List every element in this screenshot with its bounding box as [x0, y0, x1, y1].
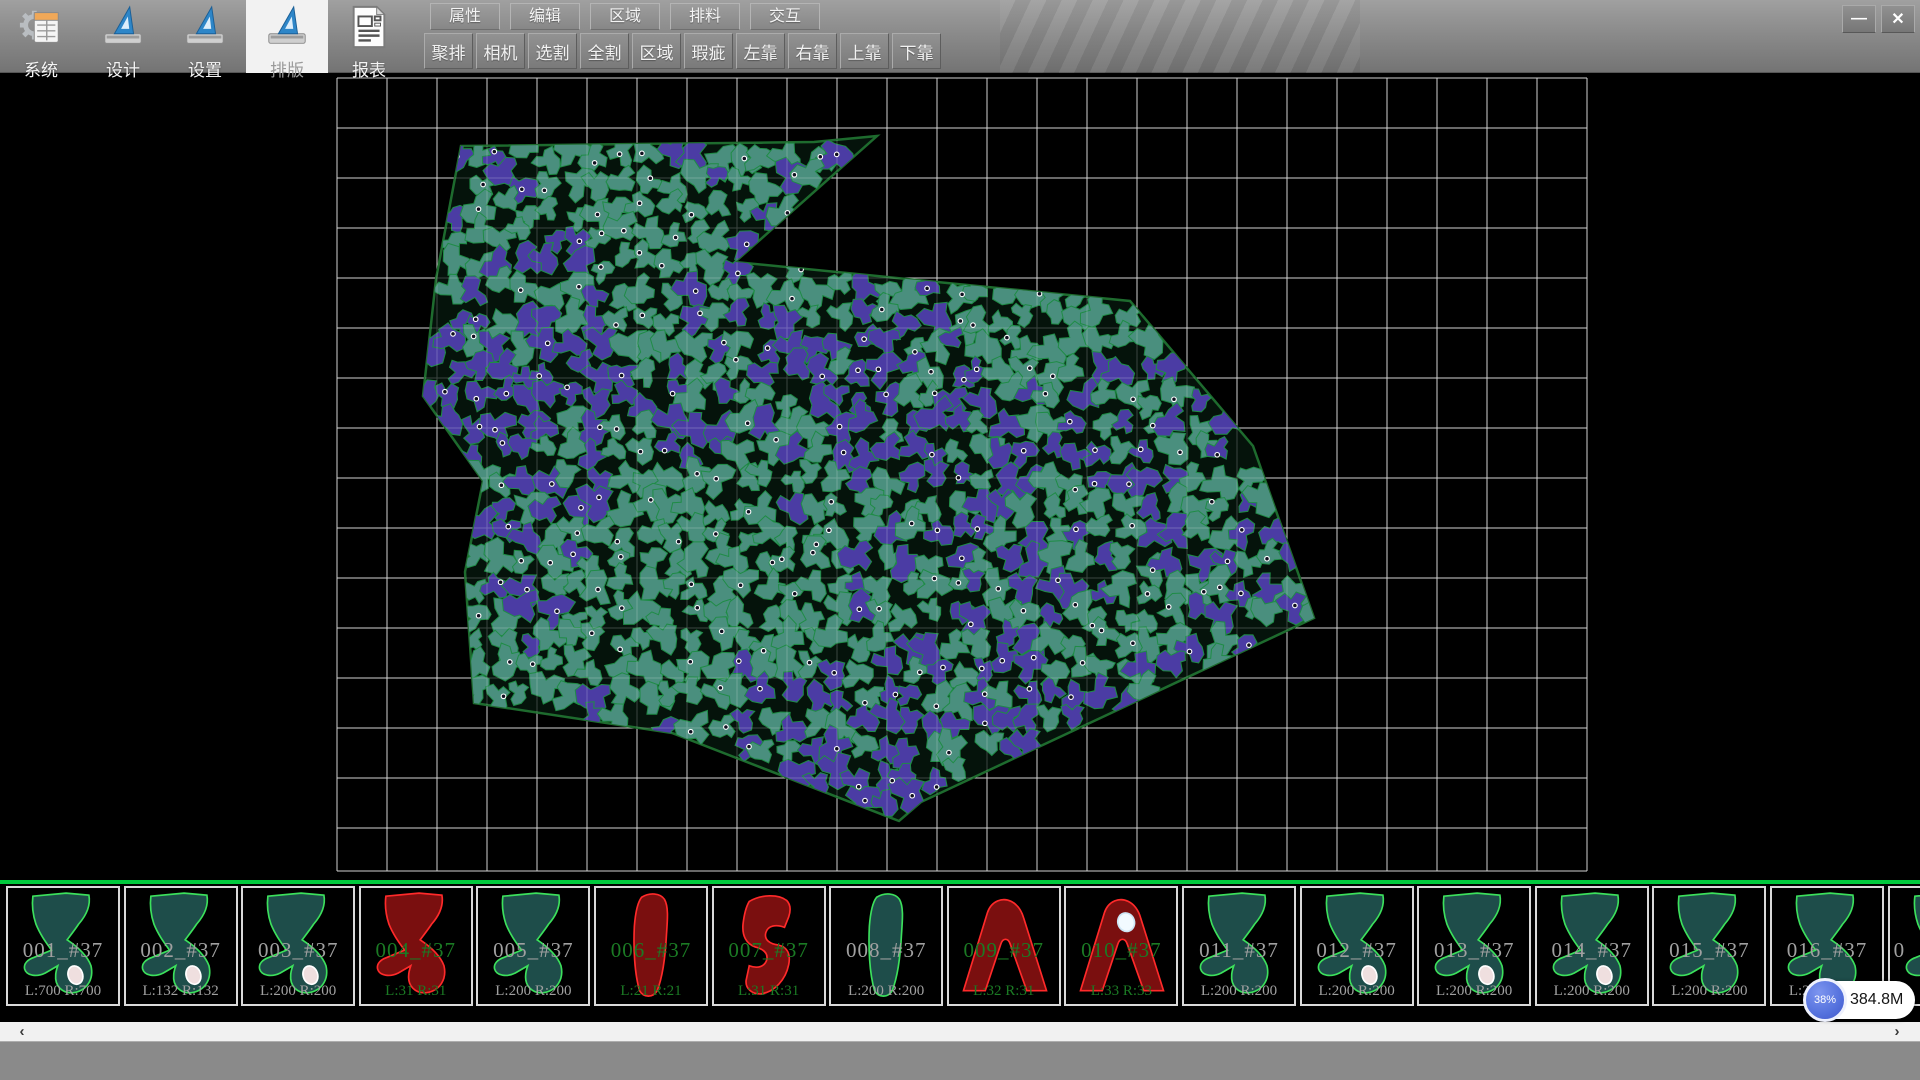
piece-thumbnail[interactable]: 001_#37 L:700 R:700 [6, 886, 120, 1006]
piece-lr-label: L:32 R:31 [949, 983, 1059, 1000]
toolbar-settings[interactable]: 设置 [164, 0, 246, 73]
toolbar-system[interactable]: 系统 [0, 0, 82, 73]
piece-lr-label: L:21 R:21 [596, 983, 706, 1000]
memory-value: 384.8M [1850, 991, 1903, 1009]
cpu-percent-indicator: 38% [1803, 978, 1847, 1022]
toolbar-design[interactable]: 设计 [82, 0, 164, 73]
ruler-icon [182, 4, 228, 55]
menu-region[interactable]: 区域 [590, 3, 660, 30]
piece-id-label: 015_#37 [1654, 938, 1764, 963]
tool-region[interactable]: 区域 [632, 33, 681, 69]
piece-thumbnail[interactable]: 011_#37 L:200 R:200 [1182, 886, 1296, 1006]
piece-thumbnail[interactable]: 008_#37 L:200 R:200 [829, 886, 943, 1006]
piece-lr-label: L:200 R:200 [831, 983, 941, 1000]
piece-thumbnail[interactable]: 014_#37 L:200 R:200 [1535, 886, 1649, 1006]
toolbar-layout[interactable]: 排版 [246, 0, 328, 73]
piece-lr-label: L:33 R:33 [1066, 983, 1176, 1000]
piece-lr-label: L:700 R:700 [8, 983, 118, 1000]
piece-thumbnail-strip: 001_#37L:700 R:700 002_#37L:132 R:132 00… [0, 880, 1920, 1010]
piece-id-label: 016_#37 [1772, 938, 1882, 963]
tool-align-bottom[interactable]: 下靠 [892, 33, 941, 69]
piece-id-label: 012_#37 [1302, 938, 1412, 963]
piece-lr-label: L:200 R:200 [1184, 983, 1294, 1000]
titlebar-decoration [1000, 0, 1360, 73]
piece-id-label: 0 [1890, 938, 1920, 963]
piece-lr-label: L:200 R:200 [243, 983, 353, 1000]
title-bar: 系统设计设置排版报表 属性编辑区域排料交互 聚排相机选割全割区域瑕疵左靠右靠上靠… [0, 0, 1920, 73]
window-controls: — ✕ [1842, 5, 1915, 33]
toolbar-label: 排版 [270, 56, 304, 81]
tool-cluster-nest[interactable]: 聚排 [424, 33, 473, 69]
piece-thumbnail[interactable]: 006_#37 L:21 R:21 [594, 886, 708, 1006]
menu-bar: 属性编辑区域排料交互 [430, 3, 820, 30]
piece-id-label: 007_#37 [714, 938, 824, 963]
piece-id-label: 006_#37 [596, 938, 706, 963]
menu-edit[interactable]: 编辑 [510, 3, 580, 30]
toolbar-label: 设计 [106, 56, 140, 81]
piece-lr-label: L:200 R:200 [1537, 983, 1647, 1000]
toolbar-label: 报表 [352, 56, 386, 81]
piece-thumbnail[interactable]: 002_#37 L:132 R:132 [124, 886, 238, 1006]
piece-id-label: 013_#37 [1419, 938, 1529, 963]
scroll-left-arrow-icon[interactable]: ‹ [0, 1022, 44, 1041]
close-button[interactable]: ✕ [1881, 5, 1915, 33]
ruler-icon [100, 4, 146, 55]
piece-id-label: 001_#37 [8, 938, 118, 963]
menu-interact[interactable]: 交互 [750, 3, 820, 30]
toolbar-label: 设置 [188, 56, 222, 81]
scroll-right-arrow-icon[interactable]: › [1882, 1022, 1912, 1041]
menu-properties[interactable]: 属性 [430, 3, 500, 30]
tool-align-top[interactable]: 上靠 [840, 33, 889, 69]
piece-thumbnail[interactable]: 010_#37 L:33 R:33 [1064, 886, 1178, 1006]
piece-lr-label: L:31 R:31 [361, 983, 471, 1000]
piece-lr-label: L:200 R:200 [478, 983, 588, 1000]
piece-id-label: 009_#37 [949, 938, 1059, 963]
piece-id-label: 014_#37 [1537, 938, 1647, 963]
piece-thumbnail[interactable]: 005_#37 L:200 R:200 [476, 886, 590, 1006]
piece-thumbnail[interactable]: 003_#37 L:200 R:200 [241, 886, 355, 1006]
piece-thumbnail[interactable]: 009_#37 L:32 R:31 [947, 886, 1061, 1006]
report-icon [346, 4, 392, 55]
tool-align-right[interactable]: 右靠 [788, 33, 837, 69]
piece-lr-label: L:200 R:200 [1654, 983, 1764, 1000]
piece-id-label: 004_#37 [361, 938, 471, 963]
tool-camera[interactable]: 相机 [476, 33, 525, 69]
tool-select-cut[interactable]: 选割 [528, 33, 577, 69]
tool-align-left[interactable]: 左靠 [736, 33, 785, 69]
tool-strip: 聚排相机选割全割区域瑕疵左靠右靠上靠下靠 [424, 33, 941, 69]
piece-thumbnail[interactable]: 013_#37 L:200 R:200 [1417, 886, 1531, 1006]
ruler-icon [264, 4, 310, 55]
toolbar-report[interactable]: 报表 [328, 0, 410, 73]
piece-lr-label: L:200 R:200 [1419, 983, 1529, 1000]
piece-thumbnail[interactable]: 007_#37 L:31 R:31 [712, 886, 826, 1006]
horizontal-scrollbar[interactable]: ‹ › [0, 1022, 1920, 1041]
piece-id-label: 010_#37 [1066, 938, 1176, 963]
piece-id-label: 002_#37 [126, 938, 236, 963]
piece-thumbnail[interactable]: 012_#37 L:200 R:200 [1300, 886, 1414, 1006]
piece-thumbnail[interactable]: 015_#37 L:200 R:200 [1652, 886, 1766, 1006]
nesting-canvas[interactable] [0, 73, 1920, 880]
piece-id-label: 008_#37 [831, 938, 941, 963]
piece-id-label: 011_#37 [1184, 938, 1294, 963]
system-icon [18, 4, 64, 55]
minimize-button[interactable]: — [1842, 5, 1876, 33]
piece-lr-label: L:132 R:132 [126, 983, 236, 1000]
tool-defect[interactable]: 瑕疵 [684, 33, 733, 69]
tool-cut-all[interactable]: 全割 [580, 33, 629, 69]
menu-nesting[interactable]: 排料 [670, 3, 740, 30]
piece-lr-label: L:31 R:31 [714, 983, 824, 1000]
piece-thumbnail[interactable]: 004_#37 L:31 R:31 [359, 886, 473, 1006]
toolbar-label: 系统 [24, 56, 58, 81]
memory-usage-badge[interactable]: 38% 384.8M [1806, 981, 1915, 1019]
piece-id-label: 005_#37 [478, 938, 588, 963]
piece-id-label: 003_#37 [243, 938, 353, 963]
status-bar [0, 1041, 1920, 1080]
piece-lr-label: L:200 R:200 [1302, 983, 1412, 1000]
